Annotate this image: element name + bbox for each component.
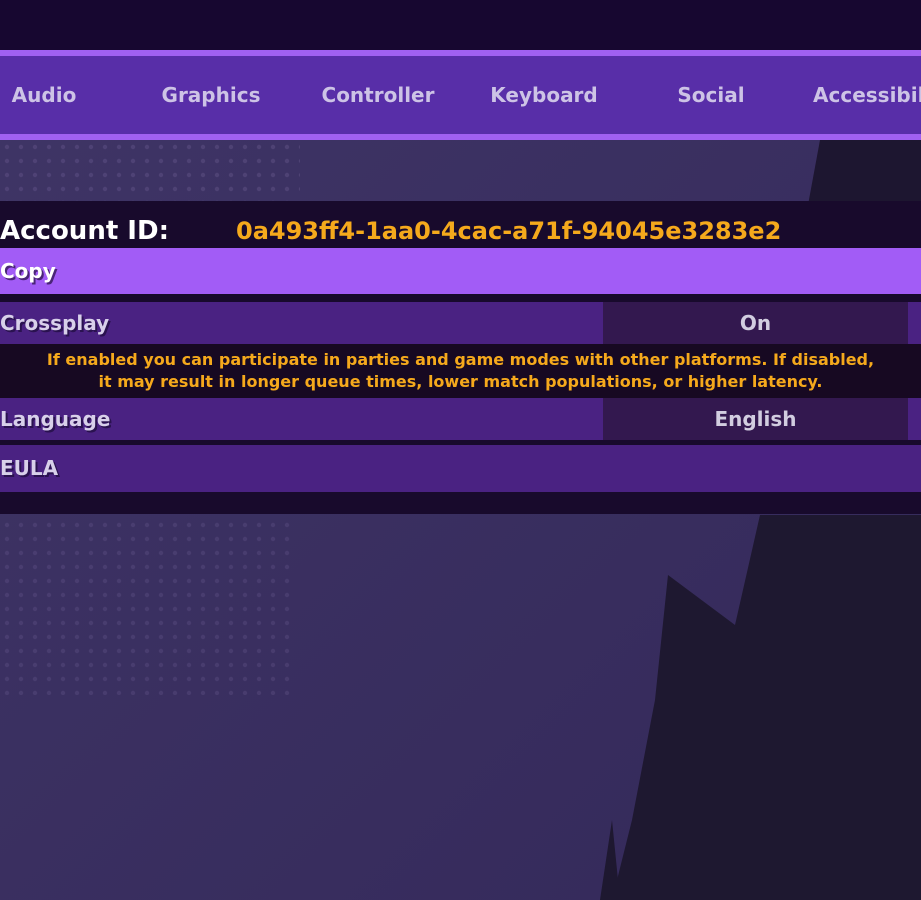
tab-audio[interactable]: Audio xyxy=(12,56,77,134)
language-value: English xyxy=(714,407,797,431)
tab-controller[interactable]: Controller xyxy=(322,56,435,134)
language-selector[interactable]: English xyxy=(603,398,908,440)
crossplay-toggle[interactable]: On xyxy=(603,302,908,344)
crossplay-row[interactable]: Crossplay On xyxy=(0,302,921,344)
tab-keyboard[interactable]: Keyboard xyxy=(490,56,597,134)
account-id-value: 0a493ff4-1aa0-4cac-a71f-94045e3283e2 xyxy=(236,217,782,245)
language-row-edge xyxy=(911,398,921,440)
language-row[interactable]: Language English xyxy=(0,398,921,440)
eula-label: EULA xyxy=(0,456,59,480)
account-id-label: Account ID: xyxy=(0,216,169,246)
copy-button-label: Copy xyxy=(0,259,56,283)
eula-row[interactable]: EULA xyxy=(0,445,921,492)
copy-button[interactable]: Copy xyxy=(0,248,921,294)
language-label: Language xyxy=(0,407,111,431)
settings-panel: Account ID: 0a493ff4-1aa0-4cac-a71f-9404… xyxy=(0,201,921,514)
settings-tab-bar: Audio Graphics Controller Keyboard Socia… xyxy=(0,50,921,140)
crossplay-description-line-1: If enabled you can participate in partie… xyxy=(46,350,875,369)
top-strip xyxy=(0,0,921,50)
tab-accessibility[interactable]: Accessibili xyxy=(813,56,921,134)
tab-graphics[interactable]: Graphics xyxy=(162,56,261,134)
crossplay-label: Crossplay xyxy=(0,311,110,335)
tab-social[interactable]: Social xyxy=(677,56,744,134)
account-id-row: Account ID: 0a493ff4-1aa0-4cac-a71f-9404… xyxy=(0,201,921,248)
crossplay-description: If enabled you can participate in partie… xyxy=(0,344,921,398)
crossplay-row-edge xyxy=(911,302,921,344)
crossplay-value: On xyxy=(739,311,772,335)
crossplay-description-line-2: it may result in longer queue times, low… xyxy=(98,372,823,391)
